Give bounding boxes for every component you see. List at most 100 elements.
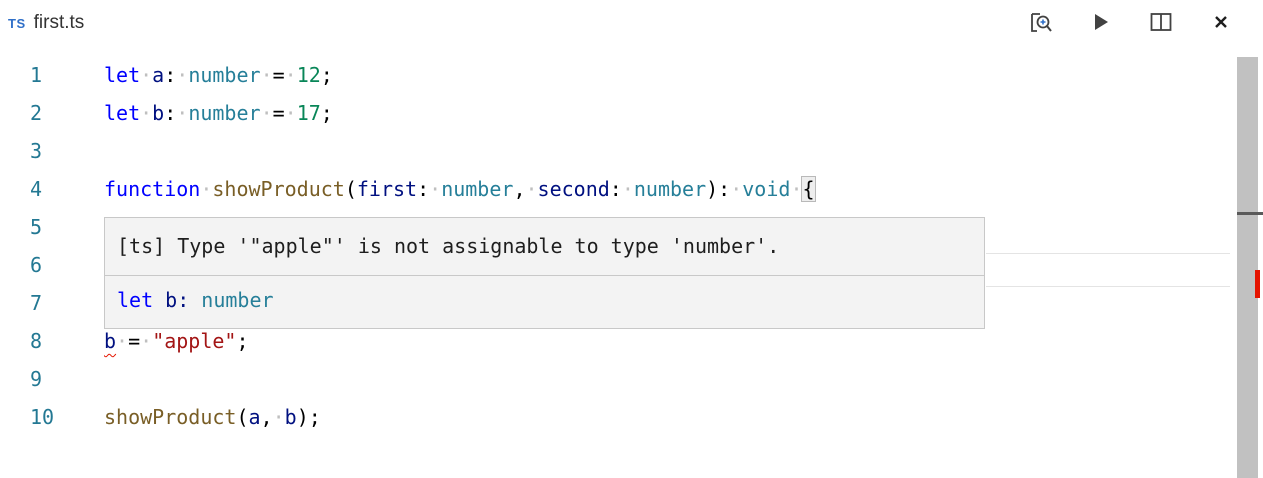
- line-number: 8: [30, 329, 43, 353]
- run-icon: [1091, 12, 1111, 32]
- matching-brace: {: [801, 176, 816, 202]
- close-icon: [1213, 14, 1229, 30]
- code-token: a: [248, 405, 261, 429]
- code-line[interactable]: 3: [0, 132, 1230, 170]
- line-number: 2: [30, 101, 43, 125]
- code-token: );: [296, 405, 321, 429]
- whitespace-marker: ·: [260, 63, 273, 87]
- code-token: function: [104, 177, 201, 201]
- code-token: showProduct: [104, 405, 237, 429]
- code-token: number: [441, 177, 514, 201]
- close-editor-button[interactable]: [1201, 6, 1241, 38]
- hover-signature: let b: number: [117, 288, 274, 312]
- whitespace-marker: ·: [284, 101, 297, 125]
- whitespace-marker: ·: [621, 177, 634, 201]
- line-number: 5: [30, 215, 43, 239]
- split-editor-icon: [1150, 12, 1172, 32]
- editor-actions: [1001, 6, 1241, 38]
- code-token: ;: [236, 329, 249, 353]
- code-token: :: [164, 63, 177, 87]
- code-token: (: [344, 177, 357, 201]
- line-code: showProduct(a,·b);: [104, 398, 321, 436]
- whitespace-marker: ·: [140, 329, 153, 353]
- code-token: a: [152, 63, 165, 87]
- split-editor-button[interactable]: [1141, 6, 1181, 38]
- error-marker[interactable]: [1255, 270, 1260, 298]
- line-code: function·showProduct(first:·number,·seco…: [104, 170, 816, 208]
- whitespace-marker: ·: [284, 63, 297, 87]
- code-token: ;: [320, 101, 333, 125]
- cursor-position-marker: [1237, 212, 1263, 215]
- line-number: 10: [30, 405, 55, 429]
- open-changes-icon: [1029, 10, 1053, 34]
- code-line[interactable]: 2 let·b:·number·=·17;: [0, 94, 1230, 132]
- code-token: let: [104, 63, 141, 87]
- line-number: 1: [30, 63, 43, 87]
- code-token: let: [104, 101, 141, 125]
- whitespace-marker: ·: [116, 329, 129, 353]
- editor-tab-bar: TS first.ts: [0, 0, 1263, 48]
- line-number: 6: [30, 253, 43, 277]
- code-token: :: [417, 177, 430, 201]
- code-token: (: [236, 405, 249, 429]
- code-token: number: [188, 101, 261, 125]
- line-code: let·a:·number·=·12;: [104, 56, 333, 94]
- code-line[interactable]: 10 showProduct(a,·b);: [0, 398, 1230, 436]
- whitespace-marker: ·: [260, 101, 273, 125]
- whitespace-marker: ·: [176, 101, 189, 125]
- whitespace-marker: ·: [140, 63, 153, 87]
- whitespace-marker: ·: [140, 101, 153, 125]
- code-token: ):: [706, 177, 731, 201]
- code-token: =: [128, 329, 141, 353]
- whitespace-marker: ·: [790, 177, 803, 201]
- typescript-file-icon: TS: [8, 15, 26, 31]
- code-editor[interactable]: 1 let·a:·number·=·12; 2 let·b:·number·=·17;…: [0, 48, 1263, 478]
- code-token: :: [609, 177, 622, 201]
- tab-title: first.ts: [33, 12, 85, 33]
- code-token: ;: [320, 63, 333, 87]
- code-token: =: [272, 63, 285, 87]
- code-token: second: [537, 177, 610, 201]
- error-message: [ts] Type '"apple"' is not assignable to…: [117, 234, 780, 258]
- run-button[interactable]: [1081, 6, 1121, 38]
- hover-divider: [105, 275, 984, 276]
- whitespace-marker: ·: [176, 63, 189, 87]
- whitespace-marker: ·: [200, 177, 213, 201]
- code-line[interactable]: 1 let·a:·number·=·12;: [0, 56, 1230, 94]
- code-token: showProduct: [212, 177, 345, 201]
- code-line[interactable]: 9: [0, 360, 1230, 398]
- whitespace-marker: ·: [429, 177, 442, 201]
- whitespace-marker: ·: [272, 405, 285, 429]
- line-number: 3: [30, 139, 43, 163]
- code-token: number: [188, 63, 261, 87]
- open-changes-button[interactable]: [1021, 6, 1061, 38]
- code-token: =: [272, 101, 285, 125]
- signature-keyword: let: [117, 288, 154, 312]
- whitespace-marker: ·: [525, 177, 538, 201]
- code-token: :: [164, 101, 177, 125]
- overview-ruler-line: [986, 253, 1230, 254]
- line-code: let·b:·number·=·17;: [104, 94, 333, 132]
- code-token: first: [356, 177, 418, 201]
- whitespace-marker: ·: [730, 177, 743, 201]
- code-token: 12: [296, 63, 321, 87]
- code-token: void: [742, 177, 791, 201]
- overview-ruler-line: [986, 286, 1230, 287]
- line-number: 7: [30, 291, 43, 315]
- code-token: b: [152, 101, 165, 125]
- code-token: "apple": [152, 329, 237, 353]
- signature-type: number: [201, 288, 274, 312]
- code-token: number: [633, 177, 707, 201]
- code-token: 17: [296, 101, 321, 125]
- code-line[interactable]: 4 function·showProduct(first:·number,·sec…: [0, 170, 1230, 208]
- code-token: ,: [260, 405, 273, 429]
- signature-name: b:: [153, 288, 202, 312]
- vertical-scrollbar[interactable]: [1237, 57, 1258, 478]
- editor-tab[interactable]: TS first.ts: [8, 8, 84, 38]
- line-number: 9: [30, 367, 43, 391]
- line-number: 4: [30, 177, 43, 201]
- error-token: b: [104, 329, 117, 353]
- code-token: b: [284, 405, 297, 429]
- code-token: ,: [513, 177, 526, 201]
- hover-tooltip: [ts] Type '"apple"' is not assignable to…: [104, 217, 985, 329]
